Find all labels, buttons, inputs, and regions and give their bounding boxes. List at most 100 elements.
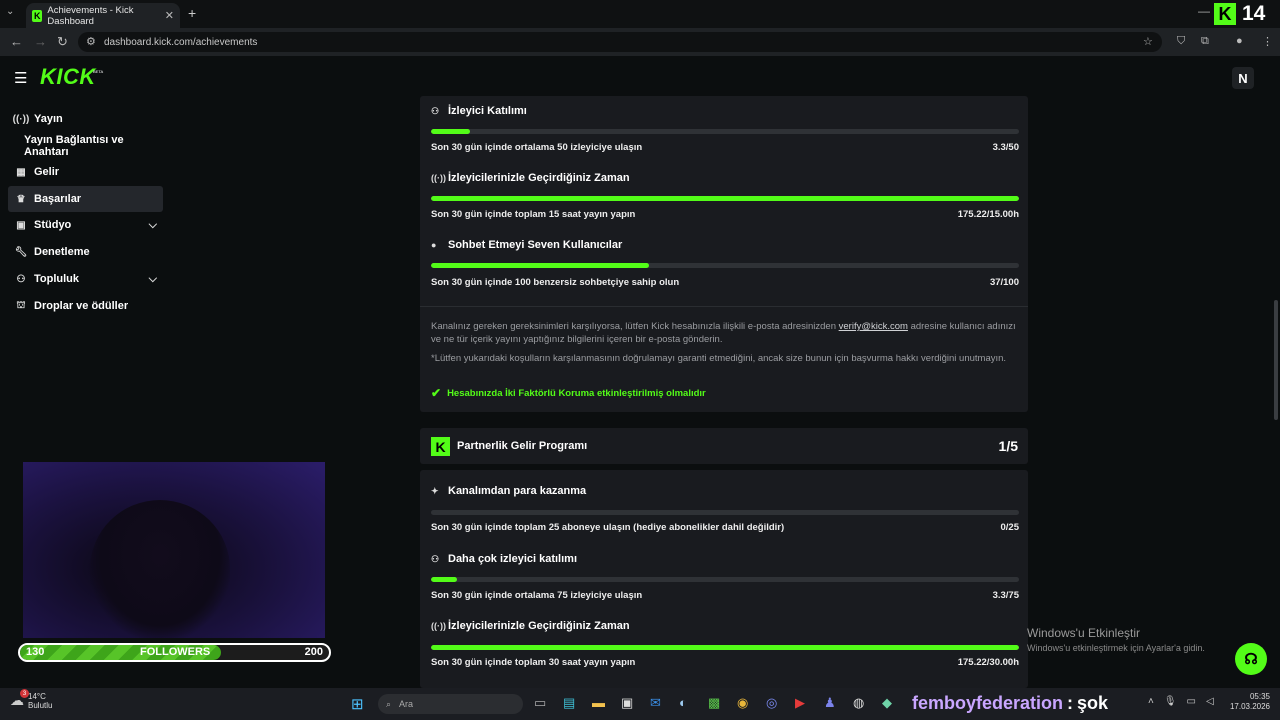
support-chat-icon[interactable]: ☊ [1235,643,1267,675]
requirement-title: ⚇ İzleyici Katılımı [431,105,527,117]
obs-icon[interactable]: ◍ [853,695,864,711]
studio-icon: ▣ [16,219,26,231]
minecraft-icon[interactable]: ▩ [708,695,720,711]
chrome-icon[interactable]: ◉ [737,695,748,711]
chevron-down-icon[interactable]: ⌵ [149,273,157,286]
steam-icon[interactable]: ◐ [679,695,687,710]
sidebar-item-droplar[interactable]: ⛫ Droplar ve ödüller [8,293,163,319]
task-view-icon[interactable]: ▭ [534,695,546,711]
user-avatar[interactable]: N [1232,67,1254,89]
requirement-value: 37/100 [989,277,1019,288]
requirement-value: 3.3/50 [992,142,1019,153]
broadcast-icon: ((·)) [431,173,446,183]
broadcast-icon: ((·)) [431,621,446,631]
outlook-icon[interactable]: ✉ [650,695,661,711]
progress-bar [431,510,1019,515]
requirement-row: Son 30 gün içinde 100 benzersiz sohbetçi… [431,277,1019,288]
kick-logo-icon: K [431,437,450,456]
app-icon[interactable]: ◆ [882,695,892,711]
reload-icon[interactable]: ↻ [57,34,68,50]
taskbar-clock[interactable]: 05:35 17.03.2026 [1228,692,1270,712]
minimize-icon[interactable]: — [1198,4,1210,18]
browser-tab[interactable]: K Achievements - Kick Dashboard ✕ [26,3,180,28]
terminal-icon[interactable]: ▤ [563,695,575,711]
url-text[interactable]: dashboard.kick.com/achievements [104,37,257,48]
extensions-icon[interactable]: ⧉ [1201,35,1209,48]
taskbar-search[interactable]: ⌕ Ara [378,694,523,714]
progress-fill [431,129,470,134]
bookmark-star-icon[interactable]: ☆ [1143,35,1153,48]
weather-condition: Bulutlu [28,701,53,710]
chat-overlay: femboyfederation : şok [912,690,1108,716]
requirement-row: Son 30 gün içinde ortalama 75 izleyiciye… [431,590,1019,601]
discord-icon[interactable]: ◎ [766,695,777,711]
verify-email-link[interactable]: verify@kick.com [839,321,908,332]
followers-goal-bar: 130 FOLLOWERS 200 [18,643,331,662]
notification-badge: 3 [20,689,29,698]
wrench-icon: 🔧︎ [14,246,28,258]
profile-icon[interactable]: ● [1236,35,1243,47]
kick-favicon-icon: K [32,9,43,22]
requirement-text: Son 30 gün içinde toplam 15 saat yayın y… [431,209,636,220]
sidebar-item-denetleme[interactable]: 🔧︎ Denetleme [8,239,163,265]
broadcast-icon: ((·)) [12,113,30,125]
sidebar-item-yayin[interactable]: ((·)) Yayın [8,106,163,132]
chat-message: şok [1077,692,1109,713]
followers-label: FOLLOWERS [140,646,211,658]
sidebar-item-stream-key[interactable]: Yayın Bağlantısı ve Anahtarı [8,133,163,159]
chevron-down-icon[interactable]: ⌵ [149,219,157,232]
sidebar-item-label: Gelir [34,166,60,178]
network-icon[interactable]: ▭ [1187,696,1196,707]
sidebar-item-studyo[interactable]: ▣ Stüdyo ⌵ [8,212,163,238]
kick-logo-icon: K [1214,3,1236,25]
requirement-row: Son 30 gün içinde toplam 25 aboneye ulaş… [431,522,1019,533]
trophy-icon: ♛ [16,193,26,205]
site-info-icon[interactable]: ⚙ [86,35,96,48]
sidebar-item-topluluk[interactable]: ⚇ Topluluk ⌵ [8,266,163,292]
windows-activation-subtitle: Windows'u etkinleştirmek için Ayarlar'a … [1027,643,1205,653]
file-explorer-icon[interactable]: ▬ [592,695,605,710]
requirement-text: Son 30 gün içinde ortalama 50 izleyiciye… [431,142,643,153]
teams-icon[interactable]: ♟ [824,695,836,711]
new-tab-button[interactable]: + [188,5,196,21]
community-icon: ⚇ [16,273,26,285]
requirement-text: Son 30 gün içinde toplam 30 saat yayın y… [431,657,636,668]
chevron-up-icon[interactable]: ˄ [1148,696,1154,707]
back-icon[interactable]: ← [10,34,23,49]
media-player-icon[interactable]: ▶ [795,695,805,711]
page-scrollbar[interactable] [1274,300,1278,420]
volume-icon[interactable]: ◁ [1206,696,1214,707]
sidebar-item-basarilar[interactable]: ♛ Başarılar [8,186,163,212]
chart-icon: ▦ [16,166,26,178]
gift-icon: ⛫ [16,299,26,311]
progress-bar [431,129,1019,134]
windows-start-icon[interactable]: ⊞ [351,695,364,713]
sidebar-item-label: Yayın Bağlantısı ve Anahtarı [24,134,124,158]
microphone-icon[interactable]: 🎙︎ [1164,696,1177,707]
progress-bar [431,645,1019,650]
sidebar-item-label: Droplar ve ödüller [34,300,129,312]
shield-extension-icon[interactable]: ⛉ [1177,35,1185,48]
kick-logo[interactable]: KICK [40,64,96,90]
requirement-text: Son 30 gün içinde 100 benzersiz sohbetçi… [431,277,680,288]
viewers-icon: ⚇ [431,105,440,116]
two-factor-requirement: ✔ Hesabınızda İki Faktörlü Koruma etkinl… [431,386,706,400]
tab-search-icon[interactable]: ⌄ [6,6,14,17]
progress-fill [431,577,457,582]
browser-menu-icon[interactable]: ⋮ [1262,35,1273,48]
requirement-title: ((·)) İzleyicilerinizle Geçirdiğiniz Zam… [431,620,630,632]
store-icon[interactable]: ▣ [621,695,633,711]
followers-current: 130 [26,646,45,658]
requirement-title: ● Sohbet Etmeyi Seven Kullanıcılar [431,239,623,251]
progress-bar [431,263,1019,268]
forward-icon[interactable]: → [34,34,47,49]
hamburger-menu-icon[interactable]: ☰ [14,69,27,87]
sidebar-item-gelir[interactable]: ▦ Gelir [8,159,163,185]
requirement-title: ⚇ Daha çok izleyici katılımı [431,553,578,565]
requirement-row: Son 30 gün içinde ortalama 50 izleyiciye… [431,142,1019,153]
kick-overlay-counter: K 14 [1214,2,1265,26]
close-tab-icon[interactable]: ✕ [165,9,174,22]
weather-widget[interactable]: ☁ 3 14°C Bulutlu [10,689,53,710]
sparkle-icon: ✦ [431,485,439,496]
partner-program-title: Partnerlik Gelir Programı [457,440,588,452]
